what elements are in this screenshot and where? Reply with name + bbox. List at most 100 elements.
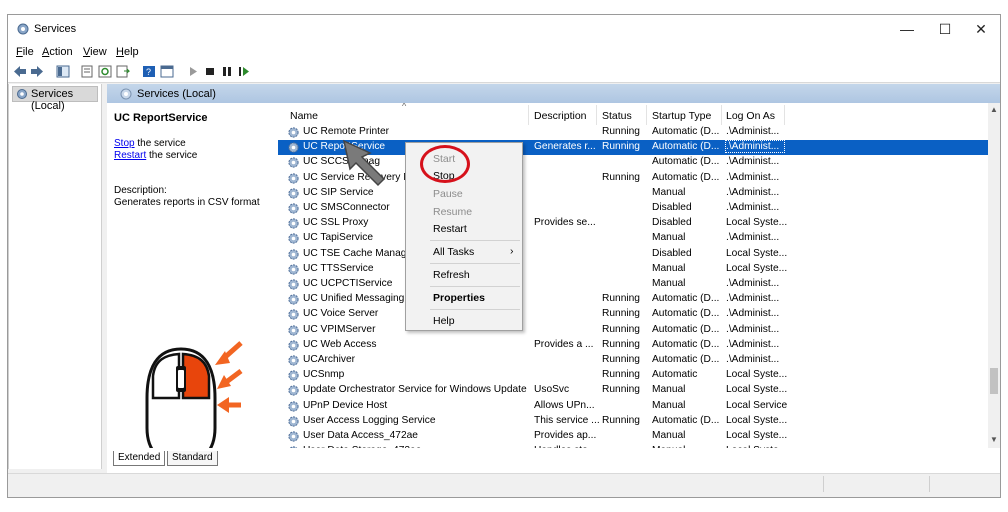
stop-service-link[interactable]: Stop [114, 138, 135, 149]
forward-arrow-icon[interactable] [30, 65, 44, 78]
service-startup-type: Automatic (D... [652, 338, 720, 350]
service-log-on-as: .\Administ... [726, 308, 780, 320]
table-row[interactable]: UC TapiService Manual .\Administ... [278, 231, 988, 246]
column-header-status[interactable]: Status [602, 110, 632, 122]
pane-header-title: Services (Local) [137, 88, 216, 100]
service-log-on-as: Local Syste... [726, 384, 788, 396]
back-arrow-icon[interactable] [13, 65, 27, 78]
tab-standard[interactable]: Standard [167, 451, 218, 466]
submenu-arrow-icon: › [510, 245, 514, 257]
table-row[interactable]: User Data Access_472ae Provides ap... Manu… [278, 429, 988, 444]
service-name: User Data Access_472ae [303, 430, 418, 441]
context-menu-refresh[interactable]: Refresh [433, 269, 470, 281]
scroll-up-icon[interactable]: ▲ [990, 105, 998, 114]
vertical-scrollbar[interactable]: ▲ ▼ [988, 103, 1000, 448]
service-gear-icon [288, 279, 299, 290]
column-header-name[interactable]: Name [290, 110, 318, 122]
window-title: Services [34, 23, 77, 35]
context-menu-resume[interactable]: Resume [433, 206, 472, 218]
context-menu-all-tasks[interactable]: All Tasks [433, 246, 474, 258]
close-button[interactable]: ✕ [964, 19, 998, 39]
table-row[interactable]: UC UCPCTIService Manual .\Administ... [278, 277, 988, 292]
menu-bar: File Action View Help [8, 44, 1000, 62]
console-tree-icon[interactable] [56, 65, 70, 78]
service-gear-icon [288, 355, 299, 366]
menu-help[interactable]: Help [116, 46, 139, 58]
menu-divider [430, 286, 520, 287]
show-hide-action-pane-icon[interactable] [160, 65, 174, 78]
service-startup-type: Disabled [652, 217, 692, 229]
service-startup-type: Manual [652, 399, 686, 411]
context-menu-properties[interactable]: Properties [433, 292, 485, 304]
service-status: Running [602, 308, 640, 320]
start-service-icon[interactable] [186, 65, 200, 78]
table-row[interactable]: User Access Logging Service This service … [278, 414, 988, 429]
table-row[interactable]: UC Unified Messaging Sys Running Automatic… [278, 292, 988, 307]
service-gear-icon [288, 400, 299, 412]
table-row[interactable]: Update Orchestrator Service for Windows … [278, 383, 988, 398]
context-menu-pause[interactable]: Pause [433, 188, 463, 200]
service-name: UC TTSService [303, 262, 374, 274]
column-separator[interactable] [596, 105, 597, 125]
column-separator[interactable] [528, 105, 529, 125]
service-gear-icon [288, 218, 299, 229]
table-row[interactable]: UC TTSService Manual Local Syste... [278, 262, 988, 277]
service-name: UC Remote Printer [303, 126, 390, 137]
table-row[interactable]: UC TSE Cache Manager Disabled Local Syste.… [278, 247, 988, 262]
context-menu-restart[interactable]: Restart [433, 223, 467, 235]
export-list-icon[interactable] [116, 65, 130, 78]
menu-action[interactable]: Action [42, 46, 73, 58]
service-startup-type: Automatic (D... [652, 126, 720, 137]
table-row[interactable]: UC Web Access Provides a ... Running Automa… [278, 338, 988, 353]
column-header-log-on-as[interactable]: Log On As [726, 110, 775, 122]
table-row[interactable]: UC VPIMServer Running Automatic (D... .\Adm… [278, 323, 988, 338]
scroll-down-icon[interactable]: ▼ [990, 435, 998, 444]
service-status: Running [602, 338, 640, 350]
column-separator[interactable] [646, 105, 647, 125]
table-row[interactable]: UCSnmp Running Automatic Local Syste... [278, 368, 988, 383]
column-header-description[interactable]: Description [534, 110, 587, 122]
help-icon[interactable]: ? [142, 65, 156, 78]
service-status: Running [602, 141, 640, 153]
tab-extended[interactable]: Extended [113, 451, 166, 466]
svg-text:?: ? [146, 67, 151, 77]
pause-service-icon[interactable] [220, 65, 234, 78]
service-log-on-as: .\Administ... [726, 293, 780, 305]
tree-item-services-local[interactable]: Services (Local) [12, 86, 98, 112]
minimize-button[interactable]: — [890, 19, 924, 39]
context-menu-help[interactable]: Help [433, 315, 455, 327]
menu-divider [430, 309, 520, 310]
table-row[interactable]: UPnP Device Host Allows UPn... Manual Local… [278, 399, 988, 414]
service-gear-icon [288, 370, 299, 381]
column-separator[interactable] [784, 105, 785, 125]
service-log-on-as: .\Administ... [726, 323, 780, 335]
column-separator[interactable] [721, 105, 722, 125]
maximize-button[interactable]: ☐ [928, 19, 962, 39]
service-status: Running [602, 126, 640, 137]
properties-sheet-icon[interactable] [80, 65, 94, 78]
column-header-startup-type[interactable]: Startup Type [652, 110, 711, 122]
service-startup-type: Disabled [652, 247, 692, 259]
service-gear-icon [288, 309, 299, 320]
mouse-pointer-icon [342, 139, 386, 187]
restart-service-link[interactable]: Restart [114, 150, 146, 161]
table-row[interactable]: UC Voice Server Running Automatic (D... .\A… [278, 307, 988, 322]
service-startup-type: Automatic (D... [652, 354, 720, 365]
description-text: Generates reports in CSV format [114, 197, 260, 208]
scroll-thumb[interactable] [990, 368, 998, 394]
table-row[interactable]: UC SMSConnector Disabled .\Administ... [278, 201, 988, 216]
sort-indicator-icon: ^ [402, 103, 407, 111]
service-log-on-as: .\Administ... [726, 156, 780, 168]
restart-line: Restart the service [114, 150, 197, 161]
table-row[interactable]: UC SSL Proxy Provides se... Disabled Local … [278, 216, 988, 231]
restart-service-icon[interactable] [237, 65, 251, 78]
menu-view[interactable]: View [83, 46, 107, 58]
stop-service-icon[interactable] [203, 65, 217, 78]
menu-file[interactable]: File [16, 46, 34, 58]
service-name: UCArchiver [303, 354, 356, 365]
refresh-icon[interactable] [98, 65, 112, 78]
service-startup-type: Automatic (D... [652, 171, 720, 183]
table-row[interactable]: UCArchiver Running Automatic (D... .\Admini… [278, 353, 988, 368]
stop-line: Stop the service [114, 138, 186, 149]
service-log-on-as: .\Administ... [726, 338, 780, 350]
